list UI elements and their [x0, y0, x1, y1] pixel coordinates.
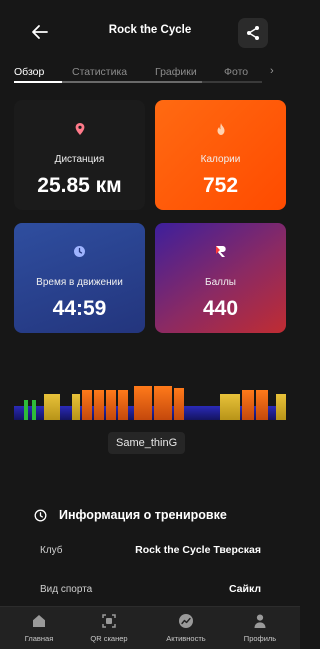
track-bar [154, 386, 172, 420]
track-bar [72, 394, 80, 420]
track-bar [32, 400, 36, 420]
club-value: Rock the Cycle Тверская [135, 544, 261, 556]
nav-profile-label: Профиль [243, 634, 277, 643]
distance-label: Дистанция [54, 154, 105, 165]
track-bar [174, 388, 184, 420]
clock-outline-icon [34, 509, 47, 521]
track-bar [118, 390, 128, 420]
track-bar [276, 394, 286, 420]
home-icon [33, 615, 45, 627]
workout-info-header: Информация о тренировке [34, 506, 227, 524]
chevron-right-icon[interactable]: › [270, 65, 274, 77]
moving-time-card: Время в движении 44:59 [14, 223, 145, 333]
share-icon [247, 26, 259, 40]
flame-icon [217, 123, 224, 135]
share-button[interactable] [238, 18, 268, 48]
track-intensity-bars [14, 386, 286, 420]
distance-card: Дистанция 25.85 км [14, 100, 145, 210]
track-bar [242, 390, 254, 420]
nav-activity[interactable]: Активность [154, 613, 218, 643]
sport-type-label: Вид спорта [40, 584, 93, 595]
points-card: Баллы 440 [155, 223, 286, 333]
track-bar [82, 390, 92, 420]
qr-scan-icon [102, 614, 116, 628]
track-bar [134, 386, 152, 420]
points-logo-icon [215, 246, 226, 257]
location-pin-icon [75, 123, 84, 135]
calories-card: Калории 752 [155, 100, 286, 210]
track-name: Same_thinG [108, 432, 186, 454]
points-label: Баллы [205, 277, 236, 288]
nav-qr-scanner[interactable]: QR сканер [77, 613, 141, 643]
workout-info-title: Информация о тренировке [59, 508, 227, 522]
tab-active-indicator [14, 81, 62, 83]
moving-time-value: 44:59 [52, 297, 107, 320]
track-bar [106, 390, 116, 420]
tab-statistics[interactable]: Статистика [72, 66, 127, 78]
track-bar [24, 400, 28, 420]
moving-time-label: Время в движении [36, 277, 123, 288]
track-intensity-strip[interactable] [14, 380, 286, 420]
calories-value: 752 [202, 174, 239, 197]
nav-activity-label: Активность [166, 634, 206, 643]
nav-qr-scanner-label: QR сканер [90, 634, 128, 643]
clock-icon [74, 246, 85, 257]
distance-value: 25.85 км [37, 174, 122, 197]
profile-icon [254, 614, 266, 628]
calories-label: Калории [200, 154, 241, 165]
tab-charts[interactable]: Графики [155, 66, 197, 78]
tab-overview[interactable]: Обзор [14, 66, 44, 78]
tabs-scroll-thumb[interactable] [62, 81, 202, 83]
sport-type-value: Сайкл [228, 583, 261, 595]
club-label: Клуб [40, 545, 63, 556]
app-header: Rock the Cycle [0, 0, 300, 64]
tab-photos[interactable]: Фото [224, 66, 248, 78]
nav-home-label: Главная [24, 634, 54, 643]
nav-home[interactable]: Главная [7, 613, 71, 643]
activity-icon [179, 614, 193, 628]
track-bar [256, 390, 268, 420]
track-bar [220, 394, 240, 420]
bottom-nav: Главная QR сканер Активность Профиль [0, 606, 300, 649]
nav-profile[interactable]: Профиль [228, 613, 292, 643]
points-value: 440 [202, 297, 239, 320]
track-bar [94, 390, 104, 420]
track-bar [44, 394, 60, 420]
